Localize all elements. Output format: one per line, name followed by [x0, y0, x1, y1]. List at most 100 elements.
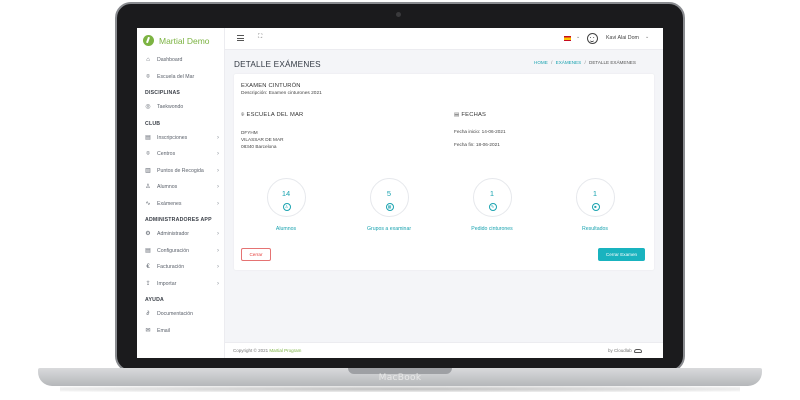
stat-label[interactable]: Pedido cinturones	[452, 226, 532, 232]
chevron-right-icon: ›	[217, 247, 219, 254]
document-icon: ▤	[145, 247, 151, 254]
stat-pedido[interactable]: 1 ✎ Pedido cinturones	[452, 178, 532, 232]
stat-resultados[interactable]: 1 ■ Resultados	[555, 178, 635, 232]
sidebar-item[interactable]: ⌂ Dashboard	[137, 52, 225, 69]
spain-flag-icon[interactable]	[564, 36, 571, 41]
chevron-right-icon: ›	[217, 200, 219, 207]
screen: Martial Demo ⌂ Dashboard ⌾ Escuela del Mar D…	[137, 28, 663, 358]
sidebar-item[interactable]: ▤ Configuración ›	[137, 243, 225, 260]
sidebar-item-label: Dashboard	[157, 57, 183, 64]
sidebar-section-title: DISCIPLINAS	[145, 90, 181, 96]
dates-heading: ▤ FECHAS	[454, 112, 486, 118]
target-icon: ◎	[145, 104, 151, 111]
paperclip-icon: ∂	[146, 311, 150, 318]
sidebar-item-label: Documentación	[157, 311, 194, 318]
stat-value: 14	[281, 189, 291, 198]
close-button[interactable]: Cerrar	[241, 248, 271, 261]
mail-icon: ✉	[145, 327, 151, 334]
chevron-right-icon: ›	[217, 280, 219, 287]
lock-icon: ■	[591, 203, 600, 211]
chevron-down-icon[interactable]: ⌄	[576, 34, 580, 40]
sidebar-section-title: CLUB	[145, 120, 161, 127]
sidebar-item[interactable]: ∿ Exámenes ›	[137, 196, 225, 213]
sidebar-item-label: Facturación	[157, 264, 185, 271]
user-avatar-icon[interactable]	[587, 33, 598, 44]
sidebar-item-label: Exámenes	[157, 200, 182, 207]
document-icon: ▤	[145, 134, 151, 141]
sidebar-item[interactable]: ⌾ Escuela del Mar	[137, 69, 225, 86]
map-icon: ▥	[145, 167, 151, 174]
copyright: Copyright © 2021 Martial Program	[233, 348, 301, 353]
sidebar-item-label: Administrador	[157, 231, 190, 238]
sidebar-item-label: Escuela del Mar	[157, 73, 195, 80]
copyright-brand-link[interactable]: Martial Program	[269, 348, 301, 353]
sidebar-item[interactable]: ⚙ Administrador ›	[137, 226, 225, 243]
breadcrumb-home[interactable]: HOME	[534, 60, 548, 65]
address-line: DFYHM	[241, 130, 258, 135]
school-heading: ⌾ ESCUELA DEL MAR	[241, 112, 303, 119]
sidebar-item[interactable]: ▥ Puntos de Recogida ›	[137, 163, 225, 180]
location-pin-icon: ⌾	[241, 112, 245, 118]
sidebar-item[interactable]: ✉ Email	[137, 323, 225, 340]
school-address: DFYHM VILASSAR DE MAR 08340 Barcelona	[241, 129, 283, 150]
sidebar-item-label: Email	[157, 327, 170, 334]
stat-value: 1	[592, 189, 598, 198]
end-date: Fecha fin: 18-06-2021	[454, 142, 500, 147]
breadcrumb-separator: /	[551, 60, 553, 65]
exam-description: Descripción: Examen cinturones 2021	[241, 91, 322, 96]
footer: Copyright © 2021 Martial Program by Clou…	[225, 342, 663, 358]
sidebar-item[interactable]: ⇪ Importar ›	[137, 276, 225, 293]
fullscreen-icon[interactable]: ⛶	[258, 34, 262, 41]
laptop-shadow	[60, 386, 740, 392]
chevron-right-icon: ›	[217, 231, 219, 238]
menu-toggle-icon[interactable]	[237, 35, 244, 41]
dates-heading-text: FECHAS	[461, 112, 487, 118]
stat-grupos[interactable]: 5 ▦ Grupos a examinar	[349, 178, 429, 232]
calendar-icon: ▤	[454, 112, 460, 118]
breadcrumb-separator: /	[584, 60, 586, 65]
breadcrumb-examenes[interactable]: EXÁMENES	[556, 60, 582, 65]
sidebar-section-title: ADMINISTRADORES APP	[145, 217, 212, 223]
stat-circle: 5 ▦	[369, 178, 409, 217]
app-logo[interactable]: Martial Demo	[143, 35, 210, 46]
breadcrumb-current: DETALLE EXÁMENES	[589, 60, 636, 65]
sidebar-item[interactable]: € Facturación ›	[137, 259, 225, 276]
activity-icon: ∿	[145, 200, 151, 207]
location-pin-icon: ⌾	[146, 73, 150, 80]
chevron-down-icon[interactable]: ⌄	[645, 34, 649, 40]
stat-label[interactable]: Resultados	[555, 226, 635, 232]
sidebar-item[interactable]: ▤ Inscripciones ›	[137, 130, 225, 147]
stat-label[interactable]: Alumnos	[246, 226, 326, 232]
stat-label[interactable]: Grupos a examinar	[349, 226, 429, 232]
sidebar: Martial Demo ⌂ Dashboard ⌾ Escuela del Mar D…	[137, 28, 225, 358]
calendar-icon: ▦	[385, 203, 394, 211]
address-line: 08340 Barcelona	[241, 144, 277, 149]
sidebar-section-title: AYUDA	[145, 297, 164, 303]
cloud-icon	[633, 348, 642, 353]
address-line: VILASSAR DE MAR	[241, 137, 284, 142]
sidebar-item-label: Configuración	[157, 247, 190, 254]
user-name[interactable]: Kavi Alai Dom	[606, 35, 639, 41]
sidebar-item[interactable]: ◎ Taekwondo	[137, 99, 225, 116]
sidebar-item[interactable]: ∂ Documentación	[137, 306, 225, 323]
sidebar-item[interactable]: ⌾ Centros ›	[137, 146, 225, 163]
leaf-logo-icon	[143, 35, 154, 46]
exam-title: EXAMEN CINTURÓN	[241, 83, 301, 89]
sidebar-item-label: Alumnos	[157, 184, 178, 191]
sidebar-item-label: Taekwondo	[157, 104, 184, 111]
device-brand: MacBook	[378, 373, 422, 383]
sidebar-item-label: Puntos de Recogida	[157, 167, 204, 174]
credit-text[interactable]: by Cloudlab	[608, 348, 632, 353]
user-icon: ♙	[282, 203, 291, 211]
stat-alumnos[interactable]: 14 ♙ Alumnos	[246, 178, 326, 232]
gear-icon: ⚙	[145, 231, 151, 238]
chevron-right-icon: ›	[217, 167, 219, 174]
stat-circle: 1 ✎	[472, 178, 512, 217]
chevron-right-icon: ›	[217, 184, 219, 191]
school-heading-text: ESCUELA DEL MAR	[246, 112, 304, 118]
close-exam-button[interactable]: Cerrar Examen	[598, 248, 645, 261]
sidebar-item[interactable]: ♙ Alumnos ›	[137, 179, 225, 196]
camera-dot	[396, 12, 401, 17]
app-name: Martial Demo	[159, 35, 210, 46]
stat-value: 5	[386, 189, 392, 198]
